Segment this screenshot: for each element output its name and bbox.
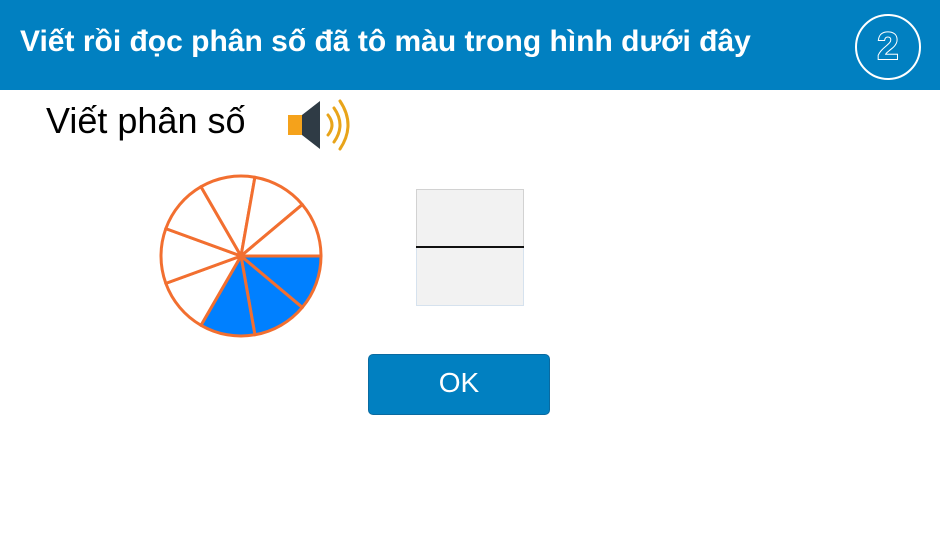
instruction-text: Viết phân số (46, 100, 246, 141)
speaker-icon[interactable] (286, 98, 356, 152)
numerator-input[interactable] (416, 189, 524, 247)
speaker-body (288, 115, 302, 135)
step-number-badge: 2 (855, 14, 921, 80)
sound-wave-small (326, 113, 334, 137)
speaker-cone (302, 101, 320, 149)
exercise-title: Viết rồi đọc phân số đã tô màu trong hìn… (20, 25, 751, 58)
ok-button[interactable]: OK (368, 354, 550, 415)
fraction-pie-chart (159, 174, 323, 338)
fraction-answer-box (416, 189, 524, 309)
denominator-input[interactable] (416, 248, 524, 306)
sound-wave-medium (332, 106, 342, 144)
step-number: 2 (876, 26, 899, 68)
header-bar: Viết rồi đọc phân số đã tô màu trong hìn… (0, 0, 940, 90)
